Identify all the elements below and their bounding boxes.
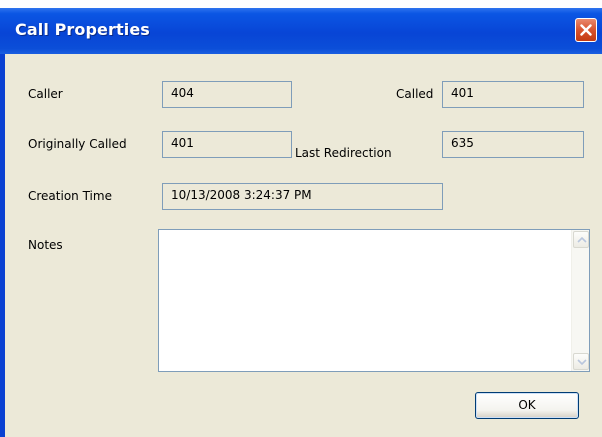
call-properties-dialog: Call Properties Caller 404 Called 401 Or… (0, 8, 602, 437)
title-bar[interactable]: Call Properties (0, 8, 602, 54)
called-field[interactable]: 401 (442, 81, 584, 108)
ok-button[interactable]: OK (475, 392, 579, 419)
caller-label: Caller (28, 87, 63, 101)
scroll-up-button[interactable] (573, 231, 589, 248)
dialog-body: Caller 404 Called 401 Originally Called … (5, 54, 602, 437)
scroll-down-button[interactable] (573, 353, 589, 370)
dialog-title: Call Properties (15, 20, 150, 39)
creation-time-field[interactable]: 10/13/2008 3:24:37 PM (162, 183, 443, 210)
originally-called-field[interactable]: 401 (162, 131, 292, 158)
scroll-down-arrow-icon (577, 359, 587, 365)
notes-scrollbar[interactable] (571, 230, 589, 371)
close-button[interactable] (575, 18, 597, 42)
called-label: Called (396, 87, 434, 101)
caller-field[interactable]: 404 (162, 81, 292, 108)
last-redirection-field[interactable]: 635 (442, 131, 584, 158)
close-x-icon (580, 24, 592, 36)
creation-time-label: Creation Time (28, 189, 112, 203)
originally-called-label: Originally Called (28, 137, 127, 151)
last-redirection-label: Last Redirection (295, 146, 392, 160)
notes-label: Notes (28, 238, 63, 252)
notes-textarea[interactable] (158, 229, 590, 372)
scroll-up-arrow-icon (577, 237, 587, 243)
